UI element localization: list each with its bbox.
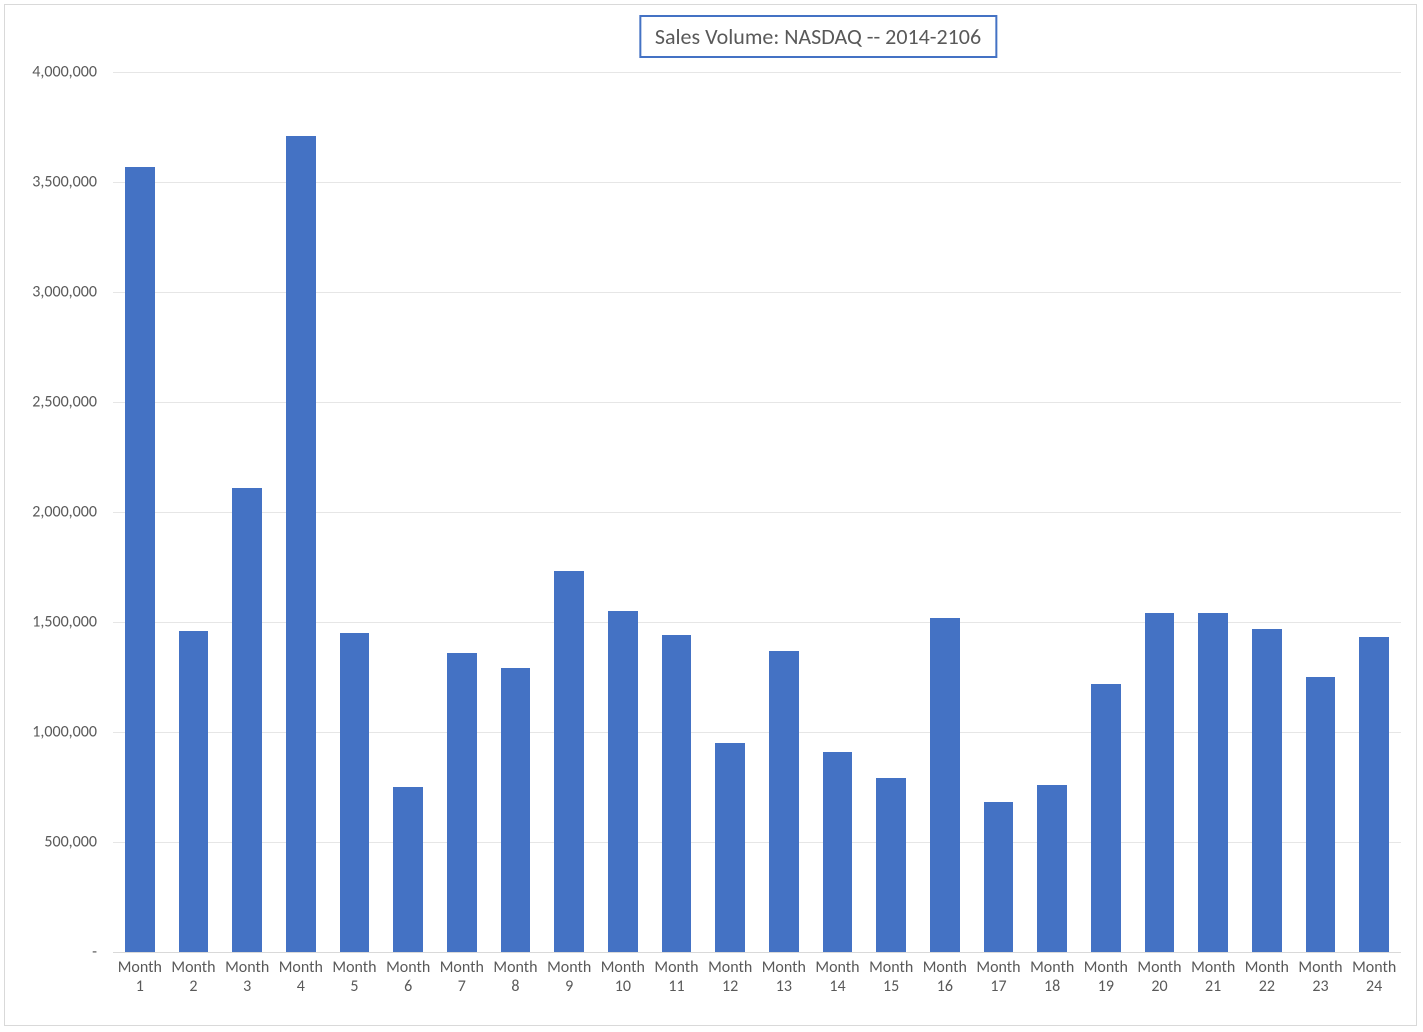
bar	[286, 136, 316, 952]
y-tick-label: 2,500,000	[32, 393, 97, 412]
bar	[876, 778, 906, 952]
x-tick-label: Month16	[918, 958, 972, 996]
x-tick-label: Month21	[1186, 958, 1240, 996]
y-tick-label: 500,000	[44, 833, 97, 852]
axis-baseline	[113, 952, 1401, 953]
bar	[179, 631, 209, 952]
x-tick-label: Month23	[1294, 958, 1348, 996]
x-tick-label: Month13	[757, 958, 811, 996]
bar	[447, 653, 477, 952]
x-tick-label: Month24	[1347, 958, 1401, 996]
bar	[1037, 785, 1067, 952]
x-tick-label: Month15	[864, 958, 918, 996]
x-tick-label: Month14	[811, 958, 865, 996]
x-tick-label: Month5	[328, 958, 382, 996]
y-axis-labels: - 500,000 1,000,000 1,500,000 2,000,000 …	[5, 72, 105, 952]
x-tick-label: Month4	[274, 958, 328, 996]
x-tick-label: Month18	[1025, 958, 1079, 996]
x-axis-labels: Month1Month2Month3Month4Month5Month6Mont…	[113, 958, 1401, 1014]
y-tick-label: -	[92, 943, 97, 962]
x-tick-label: Month17	[972, 958, 1026, 996]
x-tick-label: Month8	[489, 958, 543, 996]
x-tick-label: Month20	[1133, 958, 1187, 996]
bar	[125, 167, 155, 952]
x-tick-label: Month9	[542, 958, 596, 996]
bar	[1198, 613, 1228, 952]
x-tick-label: Month10	[596, 958, 650, 996]
bar	[984, 802, 1014, 952]
bar	[1091, 684, 1121, 952]
bar	[662, 635, 692, 952]
x-tick-label: Month11	[650, 958, 704, 996]
chart-title: Sales Volume: NASDAQ -- 2014-2106	[639, 15, 997, 58]
bar	[823, 752, 853, 952]
bar	[393, 787, 423, 952]
x-tick-label: Month3	[220, 958, 274, 996]
bar	[1145, 613, 1175, 952]
bar	[340, 633, 370, 952]
bar	[554, 571, 584, 952]
x-tick-label: Month22	[1240, 958, 1294, 996]
bar	[930, 618, 960, 952]
x-tick-label: Month19	[1079, 958, 1133, 996]
chart-frame: Sales Volume: NASDAQ -- 2014-2106 - 500,…	[4, 4, 1417, 1026]
y-tick-label: 3,500,000	[32, 173, 97, 192]
bar	[501, 668, 531, 952]
bar	[608, 611, 638, 952]
bar	[1252, 629, 1282, 952]
x-tick-label: Month7	[435, 958, 489, 996]
bar	[769, 651, 799, 952]
x-tick-label: Month6	[381, 958, 435, 996]
y-tick-label: 3,000,000	[32, 283, 97, 302]
bars-container	[113, 72, 1401, 952]
x-tick-label: Month12	[703, 958, 757, 996]
x-tick-label: Month1	[113, 958, 167, 996]
y-tick-label: 1,000,000	[32, 723, 97, 742]
bar	[1359, 637, 1389, 952]
plot-area	[113, 72, 1401, 952]
y-tick-label: 4,000,000	[32, 63, 97, 82]
y-tick-label: 2,000,000	[32, 503, 97, 522]
bar	[715, 743, 745, 952]
bar	[232, 488, 262, 952]
x-tick-label: Month2	[167, 958, 221, 996]
bar	[1306, 677, 1336, 952]
y-tick-label: 1,500,000	[32, 613, 97, 632]
